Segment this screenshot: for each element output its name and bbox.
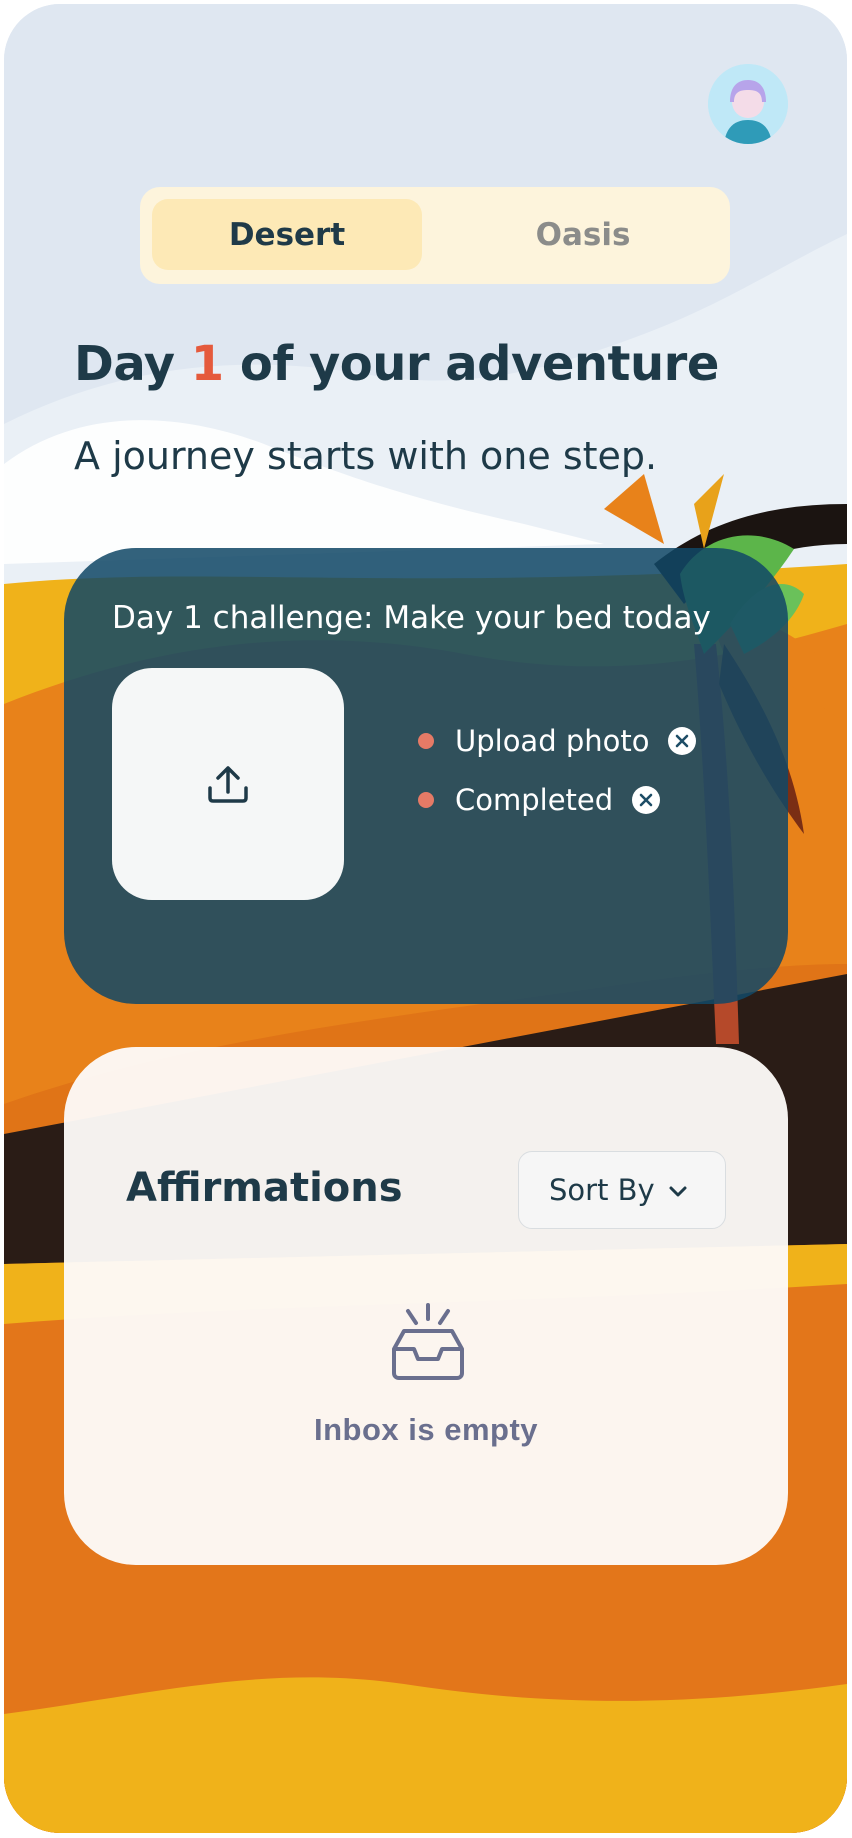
profile-avatar[interactable] (708, 64, 788, 144)
close-circle-icon[interactable] (631, 785, 661, 815)
task-upload-photo: Upload photo (418, 724, 697, 758)
challenge-title: Day 1 challenge: Make your bed today (112, 600, 711, 636)
affirmations-title: Affirmations (126, 1165, 403, 1211)
task-label: Upload photo (455, 724, 650, 758)
avatar-icon (708, 64, 788, 144)
close-circle-icon[interactable] (667, 726, 697, 756)
task-label: Completed (455, 783, 614, 817)
sort-by-label: Sort By (549, 1173, 655, 1207)
tab-desert[interactable]: Desert (152, 199, 422, 270)
task-status-dot (418, 792, 434, 808)
upload-icon (208, 766, 248, 803)
page-title: Day 1 of your adventure (74, 336, 719, 392)
app-screen: Desert Oasis Day 1 of your adventure A j… (4, 4, 847, 1833)
affirmations-card: Affirmations Sort By Inbox is empty (64, 1047, 788, 1565)
task-completed: Completed (418, 783, 661, 817)
title-suffix: of your adventure (223, 336, 720, 392)
day-number: 1 (190, 336, 224, 392)
tab-oasis[interactable]: Oasis (448, 199, 718, 270)
task-status-dot (418, 733, 434, 749)
empty-state-text: Inbox is empty (313, 1412, 539, 1447)
page-subtitle: A journey starts with one step. (74, 434, 658, 478)
challenge-card: Day 1 challenge: Make your bed today Upl… (64, 548, 788, 1004)
upload-photo-button[interactable] (112, 668, 344, 900)
title-prefix: Day (74, 336, 191, 392)
chevron-down-icon (669, 1186, 687, 1197)
sort-by-dropdown[interactable]: Sort By (518, 1151, 726, 1229)
scene-toggle: Desert Oasis (140, 187, 730, 284)
inbox-icon (392, 1303, 464, 1380)
